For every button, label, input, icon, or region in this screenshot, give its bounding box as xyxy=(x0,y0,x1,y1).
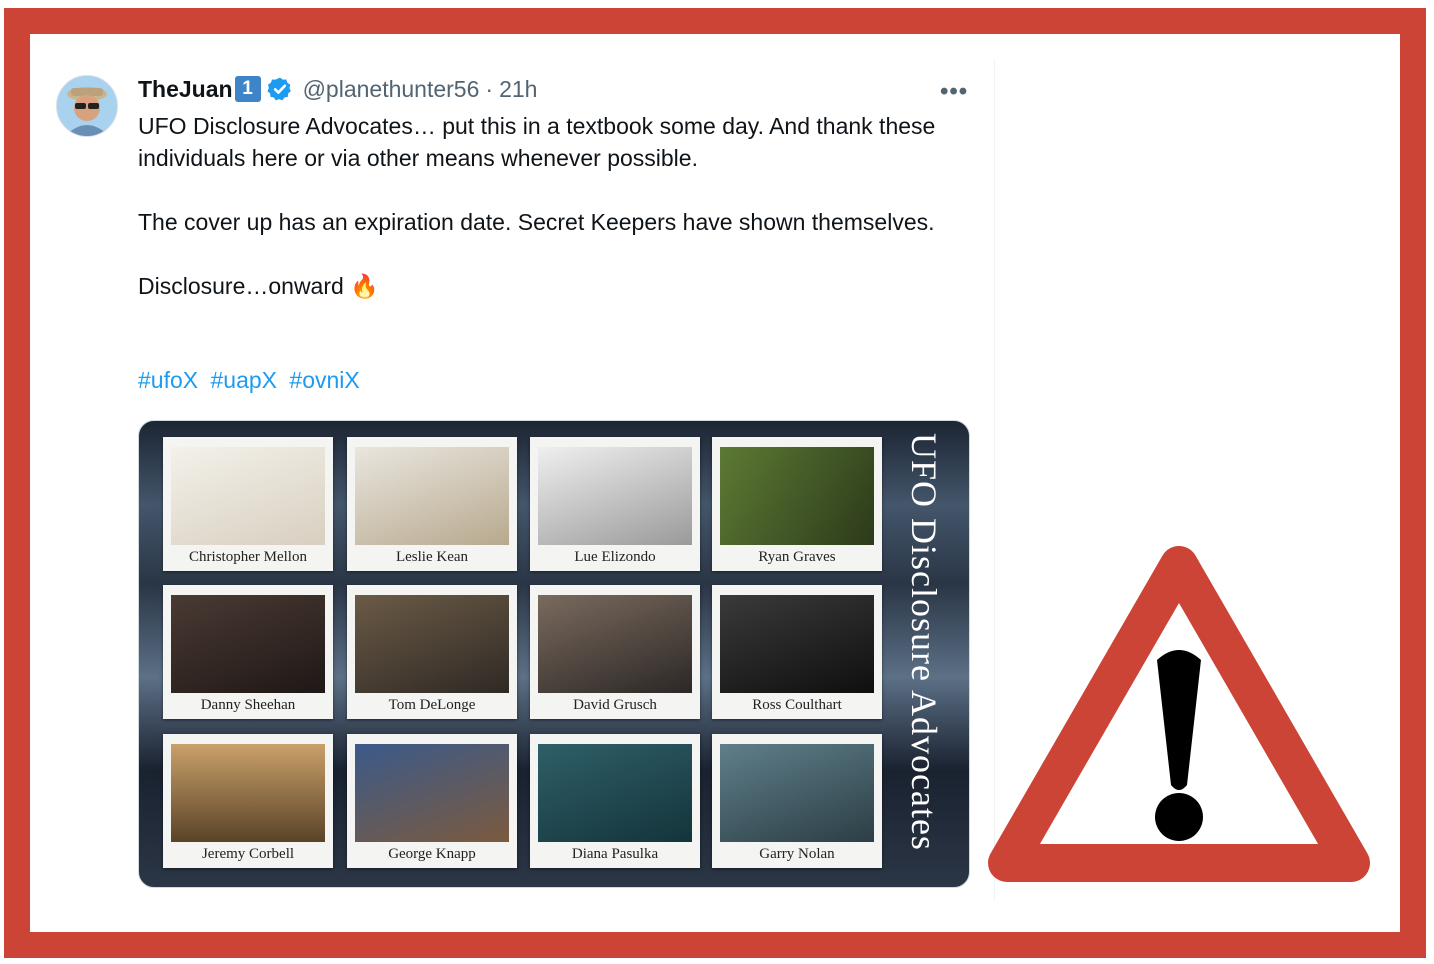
hashtag-link[interactable]: #ufoX xyxy=(138,367,198,393)
portrait-caption: Tom DeLonge xyxy=(388,697,476,713)
tweet-timestamp[interactable]: 21h xyxy=(499,76,537,103)
portrait-caption: Ross Coulthart xyxy=(752,697,842,713)
portrait-photo xyxy=(171,744,325,842)
display-name[interactable]: TheJuan xyxy=(138,76,233,103)
media-vertical-title: UFO Disclosure Advocates xyxy=(897,433,957,873)
portrait-card: David Grusch xyxy=(530,585,700,719)
portrait-photo xyxy=(538,744,692,842)
portrait-card: George Knapp xyxy=(347,734,517,868)
portrait-photo xyxy=(720,447,874,545)
portrait-photo xyxy=(720,744,874,842)
portrait-photo xyxy=(355,595,509,693)
portrait-caption: Garry Nolan xyxy=(759,846,835,862)
portrait-photo xyxy=(720,595,874,693)
portrait-photo xyxy=(355,447,509,545)
portrait-caption: Lue Elizondo xyxy=(574,549,656,565)
portrait-caption: Jeremy Corbell xyxy=(201,846,295,862)
verified-badge-icon xyxy=(267,77,291,101)
warning-triangle-icon xyxy=(988,546,1370,882)
tweet-paragraph: UFO Disclosure Advocates… put this in a … xyxy=(138,113,936,171)
portrait-caption: Christopher Mellon xyxy=(189,549,307,565)
portrait-caption: George Knapp xyxy=(388,846,476,862)
portrait-caption: Leslie Kean xyxy=(395,549,469,565)
hashtag-link[interactable]: #uapX xyxy=(211,367,278,393)
portrait-card: Ryan Graves xyxy=(712,437,882,571)
avatar[interactable] xyxy=(56,75,118,137)
tweet-media-image[interactable]: Christopher Mellon Leslie Kean Lue Elizo… xyxy=(138,420,970,888)
name-badge: 1 xyxy=(234,76,261,102)
separator-dot: · xyxy=(485,75,494,102)
hashtag-link[interactable]: #ovniX xyxy=(289,367,359,393)
tweet-paragraph: Disclosure…onward 🔥 xyxy=(138,273,379,299)
portrait-caption: Diana Pasulka xyxy=(571,846,659,862)
more-options-icon[interactable]: ••• xyxy=(940,78,968,106)
portrait-card: Ross Coulthart xyxy=(712,585,882,719)
hashtag-list: #ufoX #uapX #ovniX xyxy=(138,367,366,394)
media-title-text: UFO Disclosure Advocates xyxy=(904,433,944,851)
portrait-card: Garry Nolan xyxy=(712,734,882,868)
portrait-card: Danny Sheehan xyxy=(163,585,333,719)
tweet-text: UFO Disclosure Advocates… put this in a … xyxy=(138,110,968,334)
portrait-card: Jeremy Corbell xyxy=(163,734,333,868)
portrait-caption: David Grusch xyxy=(573,697,657,713)
user-handle[interactable]: @planethunter56 xyxy=(303,76,480,103)
tweet-paragraph: The cover up has an expiration date. Sec… xyxy=(138,209,935,235)
tweet-header: TheJuan 1 @planethunter56 · 21h xyxy=(138,72,537,106)
portrait-caption: Danny Sheehan xyxy=(200,697,296,713)
portrait-photo xyxy=(171,595,325,693)
portrait-card: Lue Elizondo xyxy=(530,437,700,571)
portrait-photo xyxy=(171,447,325,545)
portrait-card: Tom DeLonge xyxy=(347,585,517,719)
avatar-image xyxy=(57,76,117,136)
portrait-photo xyxy=(538,595,692,693)
portrait-card: Christopher Mellon xyxy=(163,437,333,571)
portrait-card: Diana Pasulka xyxy=(530,734,700,868)
portrait-photo xyxy=(355,744,509,842)
portrait-caption: Ryan Graves xyxy=(758,549,836,565)
portrait-photo xyxy=(538,447,692,545)
portrait-card: Leslie Kean xyxy=(347,437,517,571)
